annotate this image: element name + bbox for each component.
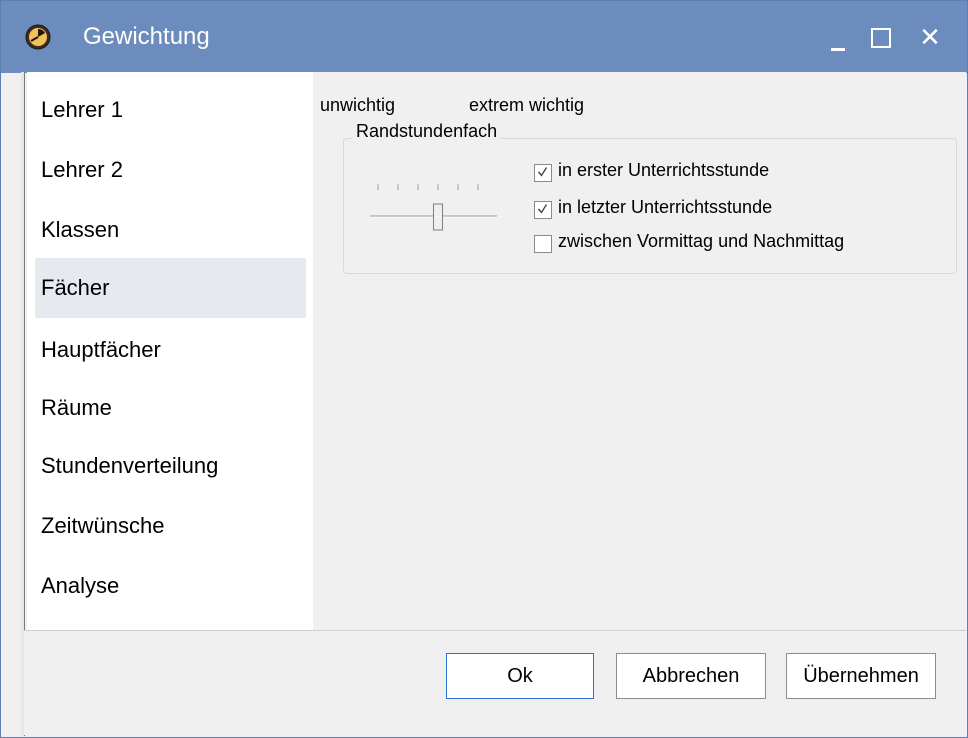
cancel-button[interactable]: Abbrechen xyxy=(616,653,766,699)
sidebar-item-label: Lehrer 1 xyxy=(41,97,123,122)
checkmark-icon xyxy=(538,204,547,214)
sidebar-item-lehrer-2[interactable]: Lehrer 2 xyxy=(35,140,306,200)
checkbox[interactable] xyxy=(534,201,552,219)
close-icon: ✕ xyxy=(919,22,941,52)
checkbox-label: in erster Unterrichtsstunde xyxy=(558,160,770,180)
window-title: Gewichtung xyxy=(83,23,210,50)
sidebar-item-lehrer-1[interactable]: Lehrer 1 xyxy=(35,80,306,140)
title-bar[interactable]: Gewichtung ✕ xyxy=(1,1,967,73)
sidebar-item-stundenverteilung[interactable]: Stundenverteilung xyxy=(35,436,306,496)
sidebar-item-label: Fächer xyxy=(41,275,110,300)
sidebar-item-faecher[interactable]: Fächer xyxy=(35,258,306,318)
sidebar-item-label: Lehrer 2 xyxy=(41,157,123,182)
checkmark-icon xyxy=(538,167,547,177)
minimize-button[interactable] xyxy=(813,13,861,61)
maximize-icon xyxy=(871,28,891,48)
checkbox-label: in letzter Unterrichtsstunde xyxy=(558,197,773,217)
sidebar-item-label: Stundenverteilung xyxy=(41,453,219,478)
sidebar-item-raeume[interactable]: Räume xyxy=(35,378,306,438)
importance-slider[interactable] xyxy=(370,182,498,234)
group-title: Randstundenfach xyxy=(352,121,502,142)
scale-low-label: unwichtig xyxy=(320,95,396,115)
sidebar-item-label: Hauptfächer xyxy=(41,337,161,362)
close-button[interactable]: ✕ xyxy=(906,13,954,61)
sidebar: Lehrer 1 Lehrer 2 Klassen Fächer Hauptfä… xyxy=(27,72,313,630)
ok-button[interactable]: Ok xyxy=(446,653,594,699)
sidebar-item-label: Klassen xyxy=(41,217,120,242)
sidebar-item-zeitwuensche[interactable]: Zeitwünsche xyxy=(35,496,306,556)
checkbox[interactable] xyxy=(534,164,552,182)
apply-button[interactable]: Übernehmen xyxy=(786,653,936,699)
maximize-button[interactable] xyxy=(857,13,905,61)
sidebar-item-klassen[interactable]: Klassen xyxy=(35,200,306,260)
sidebar-item-label: Zeitwünsche xyxy=(41,513,165,538)
clock-icon xyxy=(25,24,51,50)
sidebar-item-label: Analyse xyxy=(41,573,120,598)
checkbox-label: zwischen Vormittag und Nachmittag xyxy=(558,231,845,251)
slider-thumb[interactable] xyxy=(433,203,443,231)
sidebar-item-label: Räume xyxy=(41,395,112,420)
checkbox[interactable] xyxy=(534,235,552,253)
sidebar-item-analyse[interactable]: Analyse xyxy=(35,556,306,616)
slider-ticks xyxy=(377,184,479,190)
sidebar-item-hauptfaecher[interactable]: Hauptfächer xyxy=(35,320,306,380)
minimize-icon xyxy=(831,48,845,51)
scale-high-label: extrem wichtig xyxy=(469,95,585,115)
